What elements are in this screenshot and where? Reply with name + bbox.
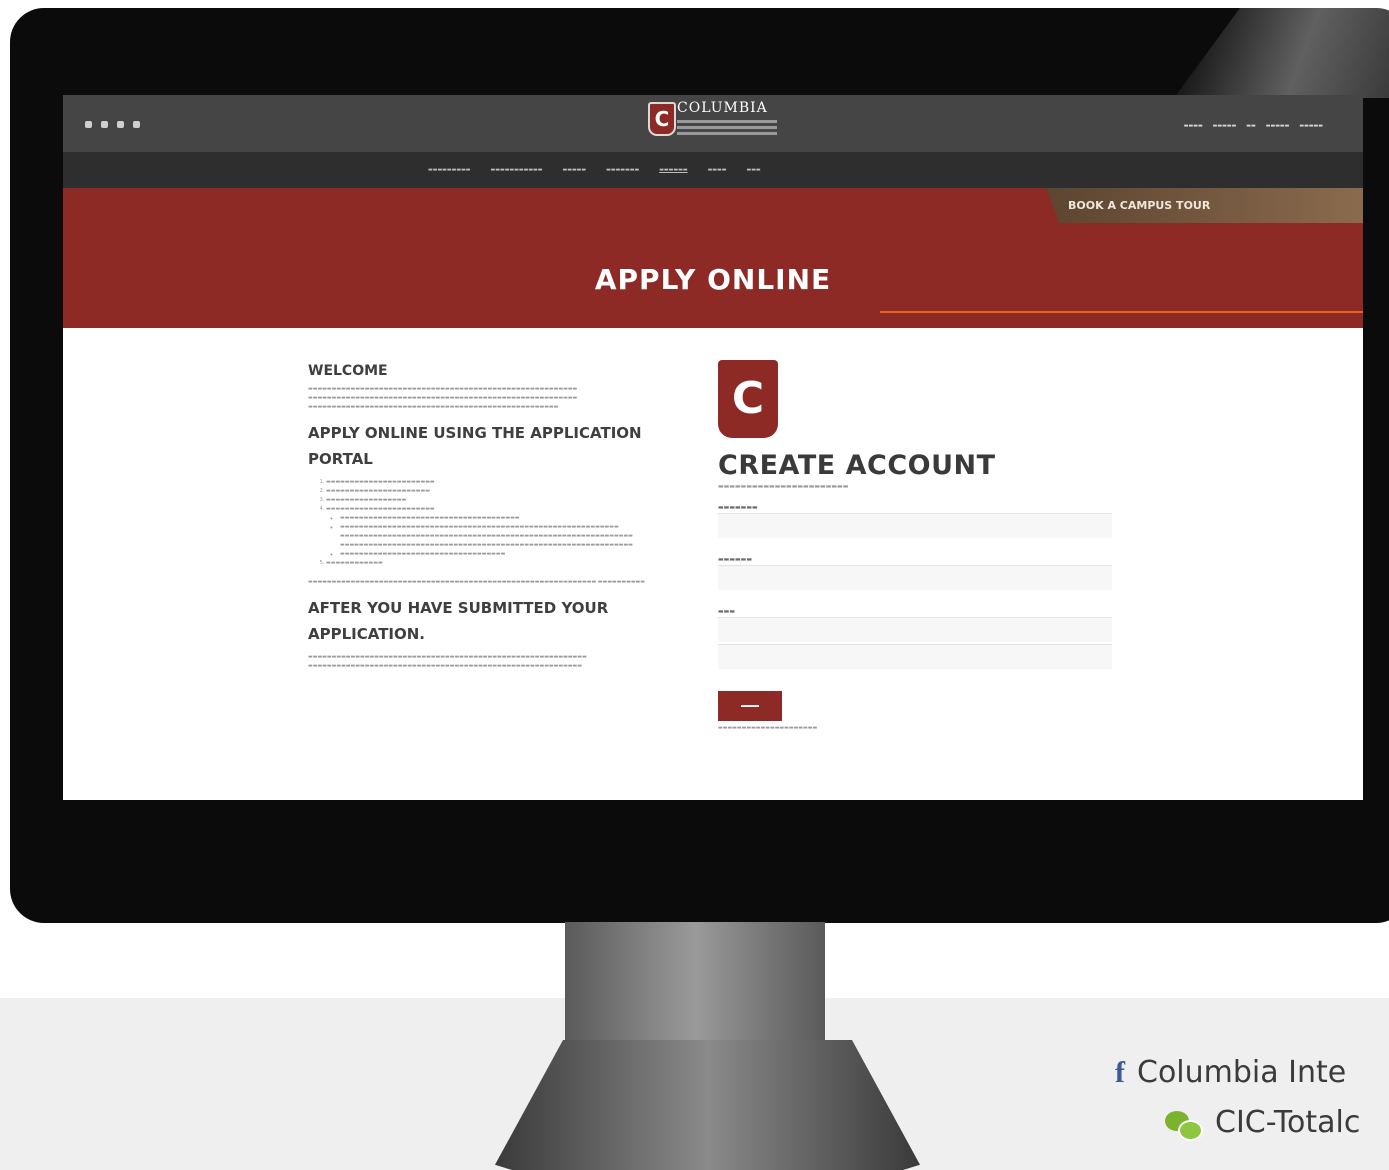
sub-step-item: ▬▬▬▬▬▬▬▬▬▬▬▬▬▬▬▬▬▬▬▬▬▬▬▬▬▬▬▬▬▬▬▬▬▬▬▬▬▬	[340, 514, 708, 523]
after-submit-text: ▬▬▬▬▬▬▬▬▬▬▬▬▬▬▬▬▬▬▬▬▬▬▬▬▬▬▬▬▬▬▬▬▬▬▬▬▬▬▬▬…	[308, 654, 587, 669]
facebook-icon: f	[1115, 1056, 1125, 1089]
book-campus-tour-button[interactable]: BOOK A CAMPUS TOUR	[1046, 188, 1363, 223]
after-submit-heading: AFTER YOU HAVE SUBMITTED YOUR APPLICATIO…	[308, 599, 609, 643]
register-button[interactable]: ▬▬▬	[718, 691, 782, 721]
apply-online-heading: APPLY ONLINE USING THE APPLICATION PORTA…	[308, 424, 642, 468]
monitor-stand-neck	[565, 922, 825, 1042]
facebook-icon[interactable]	[101, 121, 108, 128]
nav-item[interactable]: ▬▬▬▬	[708, 167, 727, 173]
monitor-stand-base	[495, 1040, 920, 1170]
step-item: ▬▬▬▬▬▬▬▬▬▬▬▬▬▬▬▬▬▬▬▬▬▬	[326, 487, 708, 496]
nav-item-active[interactable]: ▬▬▬▬▬▬	[659, 167, 687, 173]
page-title: APPLY ONLINE	[594, 263, 832, 296]
login-link[interactable]: ▬▬▬▬▬▬▬▬▬▬▬▬▬▬▬▬▬▬▬▬▬	[718, 725, 1118, 731]
welcome-text: ▬▬▬▬▬▬▬▬▬▬▬▬▬▬▬▬▬▬▬▬▬▬▬▬▬▬▬▬▬▬▬▬▬▬▬▬▬▬▬▬…	[308, 386, 578, 410]
password-field[interactable]	[718, 644, 1112, 669]
utility-link[interactable]: ▬▬	[1246, 123, 1255, 129]
facebook-contact-text: Columbia Inte	[1137, 1055, 1347, 1090]
email-field[interactable]	[718, 617, 1112, 642]
site-top-bar: C COLUMBIA ▬▬▬▬ ▬▬▬▬▬ ▬▬ ▬▬▬▬▬ ▬▬▬▬▬	[63, 95, 1363, 152]
youtube-icon[interactable]	[117, 121, 124, 128]
last-name-field[interactable]	[718, 565, 1112, 590]
support-text: ▬▬▬▬▬▬▬▬▬▬▬▬▬▬▬▬▬▬▬▬▬▬▬▬▬▬▬▬▬▬▬▬▬▬▬▬▬▬▬▬…	[308, 579, 646, 585]
nav-item[interactable]: ▬▬▬▬▬	[563, 167, 587, 173]
nav-item[interactable]: ▬▬▬▬▬▬▬	[606, 167, 639, 173]
form-title: CREATE ACCOUNT	[718, 450, 996, 481]
utility-links: ▬▬▬▬ ▬▬▬▬▬ ▬▬ ▬▬▬▬▬ ▬▬▬▬▬	[1184, 123, 1323, 129]
utility-link[interactable]: ▬▬▬▬▬	[1299, 123, 1323, 129]
utility-link[interactable]: ▬▬▬▬▬	[1213, 123, 1237, 129]
main-navigation: ▬▬▬▬▬▬▬▬▬ ▬▬▬▬▬▬▬▬▬▬▬ ▬▬▬▬▬ ▬▬▬▬▬▬▬ ▬▬▬▬…	[63, 152, 1363, 188]
social-links	[85, 121, 140, 128]
nav-item[interactable]: ▬▬▬▬▬▬▬▬▬▬▬	[491, 167, 543, 173]
form-subtitle: ▬▬▬▬▬▬▬▬▬▬▬▬▬▬▬▬▬▬▬▬▬▬▬	[718, 483, 849, 490]
instagram-icon[interactable]	[85, 121, 92, 128]
step-item: ▬▬▬▬▬▬▬▬▬▬▬▬	[326, 559, 708, 568]
sub-step-item: ▬▬▬▬▬▬▬▬▬▬▬▬▬▬▬▬▬▬▬▬▬▬▬▬▬▬▬▬▬▬▬▬▬▬▬	[340, 550, 708, 559]
wechat-contact-text: CIC-Totalc	[1215, 1105, 1361, 1140]
decorative-line	[880, 311, 1363, 313]
step-item: ▬▬▬▬▬▬▬▬▬▬▬▬▬▬▬▬▬▬▬▬▬▬▬	[326, 478, 708, 487]
welcome-heading: WELCOME	[308, 363, 388, 379]
step-item: ▬▬▬▬▬▬▬▬▬▬▬▬▬▬▬▬▬	[326, 496, 708, 505]
first-name-field[interactable]	[718, 513, 1112, 538]
utility-link[interactable]: ▬▬▬▬▬	[1266, 123, 1290, 129]
wechat-icon	[1165, 1110, 1203, 1141]
instructions-column: WELCOME ▬▬▬▬▬▬▬▬▬▬▬▬▬▬▬▬▬▬▬▬▬▬▬▬▬▬▬▬▬▬▬▬…	[308, 363, 708, 677]
last-name-label: ▬▬▬▬▬▬	[718, 556, 753, 563]
create-account-form: C CREATE ACCOUNT ▬▬▬▬▬▬▬▬▬▬▬▬▬▬▬▬▬▬▬▬▬▬▬…	[718, 360, 1118, 731]
columbia-logo-icon[interactable]: C	[648, 102, 676, 136]
site-logo-text[interactable]: COLUMBIA	[677, 100, 768, 116]
email-label: ▬▬▬	[718, 608, 736, 615]
monitor-screen: C COLUMBIA ▬▬▬▬ ▬▬▬▬▬ ▬▬ ▬▬▬▬▬ ▬▬▬▬▬ ▬▬▬…	[63, 95, 1363, 800]
nav-item[interactable]: ▬▬▬	[746, 167, 760, 173]
application-steps: ▬▬▬▬▬▬▬▬▬▬▬▬▬▬▬▬▬▬▬▬▬▬▬ ▬▬▬▬▬▬▬▬▬▬▬▬▬▬▬▬…	[308, 478, 708, 568]
logo-subtitle-placeholder	[677, 120, 777, 123]
step-item: ▬▬▬▬▬▬▬▬▬▬▬▬▬▬▬▬▬▬▬▬▬▬▬ ▬▬▬▬▬▬▬▬▬▬▬▬▬▬▬▬…	[326, 505, 708, 559]
wechat-icon[interactable]	[133, 121, 140, 128]
sub-step-item: ▬▬▬▬▬▬▬▬▬▬▬▬▬▬▬▬▬▬▬▬▬▬▬▬▬▬▬▬▬▬▬▬▬▬▬▬▬▬▬▬…	[340, 523, 708, 550]
first-name-label: ▬▬▬▬▬▬▬	[718, 504, 758, 511]
utility-link[interactable]: ▬▬▬▬	[1184, 123, 1203, 129]
wechat-contact[interactable]: CIC-Totalc	[1165, 1105, 1361, 1141]
columbia-shield-icon: C	[718, 360, 778, 438]
nav-item[interactable]: ▬▬▬▬▬▬▬▬▬	[428, 167, 471, 173]
facebook-contact[interactable]: f Columbia Inte	[1115, 1055, 1346, 1090]
